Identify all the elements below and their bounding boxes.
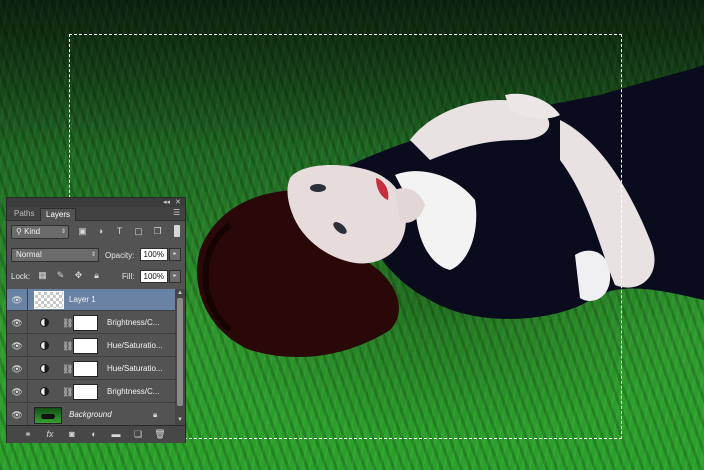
link-chain-icon[interactable]: ⛓︎: [62, 317, 73, 329]
panel-menu-icon[interactable]: ☰: [173, 208, 180, 217]
visibility-eye-icon[interactable]: 👁︎: [11, 317, 23, 329]
layer-row-adjustment[interactable]: 👁︎ ⛓︎ Hue/Saturatio...: [7, 335, 175, 357]
layer-name[interactable]: Background: [69, 409, 112, 421]
visibility-eye-icon[interactable]: 👁︎: [11, 294, 23, 306]
opacity-dropdown-icon[interactable]: ▸: [169, 248, 181, 261]
tab-paths[interactable]: Paths: [9, 208, 39, 220]
new-group-icon[interactable]: ▬: [109, 429, 123, 440]
search-icon: ⚲: [16, 227, 25, 236]
layer-thumbnail: [34, 407, 62, 424]
photoshop-window: ◂◂ ✕ Paths Layers ☰ ⚲ Kind ⇕ ▣ ◑ T ▢ ❐ N…: [0, 0, 704, 470]
layer-row-background[interactable]: 👁︎ Background 🔒︎: [7, 404, 175, 425]
layer-row-adjustment[interactable]: 👁︎ ⛓︎ Brightness/C...: [7, 381, 175, 403]
scroll-up-icon[interactable]: ▲: [176, 289, 184, 297]
lock-image-icon[interactable]: ✎: [55, 270, 66, 281]
chevron-updown-icon: ⇕: [90, 252, 96, 258]
layer-row-adjustment[interactable]: 👁︎ ⛓︎ Brightness/C...: [7, 312, 175, 334]
lock-position-icon[interactable]: ✥: [73, 270, 84, 281]
adjustment-layer-icon: [40, 364, 49, 373]
panel-title-bar[interactable]: ◂◂ ✕: [7, 198, 185, 207]
blend-mode-value: Normal: [16, 250, 42, 259]
layer-mask-thumbnail[interactable]: [73, 361, 98, 377]
new-layer-icon[interactable]: ❏: [131, 429, 145, 440]
filter-kind-select[interactable]: ⚲ Kind ⇕: [11, 225, 69, 239]
divider: [27, 404, 28, 425]
type-filter-icon[interactable]: T: [114, 226, 125, 237]
layer-thumbnail: [34, 291, 64, 309]
lock-all-icon[interactable]: 🔒︎: [91, 270, 102, 281]
image-filter-icon[interactable]: ▣: [77, 226, 88, 237]
chevron-updown-icon: ⇕: [60, 229, 66, 235]
visibility-eye-icon[interactable]: 👁︎: [11, 409, 23, 421]
tab-layers[interactable]: Layers: [40, 208, 77, 221]
filter-kind-label: Kind: [24, 227, 41, 236]
lock-transparent-icon[interactable]: ▦: [37, 270, 48, 281]
divider: [27, 335, 28, 357]
layer-mask-thumbnail[interactable]: [73, 338, 98, 354]
fill-label: Fill:: [122, 272, 135, 281]
opacity-label: Opacity:: [105, 251, 135, 260]
layers-panel: ◂◂ ✕ Paths Layers ☰ ⚲ Kind ⇕ ▣ ◑ T ▢ ❐ N…: [6, 197, 186, 443]
lock-label: Lock:: [11, 272, 31, 281]
shape-filter-icon[interactable]: ▢: [133, 226, 144, 237]
add-mask-icon[interactable]: ◙: [65, 429, 79, 440]
divider: [27, 289, 28, 311]
layer-name[interactable]: Hue/Saturatio...: [107, 363, 163, 375]
layer-name[interactable]: Brightness/C...: [107, 317, 159, 329]
visibility-eye-icon[interactable]: 👁︎: [11, 363, 23, 375]
link-layers-icon[interactable]: ⚭: [21, 429, 35, 440]
collapse-panel-icon[interactable]: ◂◂: [163, 198, 170, 207]
scrollbar-thumb[interactable]: [177, 298, 183, 406]
close-panel-icon[interactable]: ✕: [175, 198, 181, 207]
new-adjustment-icon[interactable]: ◐: [87, 429, 101, 440]
delete-layer-icon[interactable]: 🗑︎: [153, 429, 167, 440]
scroll-down-icon[interactable]: ▼: [176, 416, 184, 424]
layer-style-icon[interactable]: fx: [43, 429, 57, 440]
divider: [27, 312, 28, 334]
layer-row-adjustment[interactable]: 👁︎ ⛓︎ Hue/Saturatio...: [7, 358, 175, 380]
adjustment-layer-icon: [40, 318, 49, 327]
panel-tab-bar: Paths Layers ☰: [7, 207, 185, 221]
link-chain-icon[interactable]: ⛓︎: [62, 340, 73, 352]
divider: [27, 358, 28, 380]
fill-dropdown-icon[interactable]: ▸: [169, 270, 181, 283]
smart-object-filter-icon[interactable]: ❐: [152, 226, 163, 237]
layer-name[interactable]: Hue/Saturatio...: [107, 340, 163, 352]
adjustment-layer-icon: [40, 387, 49, 396]
link-chain-icon[interactable]: ⛓︎: [62, 363, 73, 375]
layers-bottom-toolbar: ⚭ fx ◙ ◐ ▬ ❏ 🗑︎: [7, 425, 185, 443]
visibility-eye-icon[interactable]: 👁︎: [11, 340, 23, 352]
visibility-eye-icon[interactable]: 👁︎: [11, 386, 23, 398]
link-chain-icon[interactable]: ⛓︎: [62, 386, 73, 398]
layer-mask-thumbnail[interactable]: [73, 384, 98, 400]
layer-name[interactable]: Layer 1: [69, 294, 96, 306]
blend-mode-select[interactable]: Normal ⇕: [11, 248, 99, 262]
filter-toggle-switch[interactable]: [174, 225, 180, 237]
divider: [27, 381, 28, 403]
lock-icon: 🔒︎: [153, 410, 158, 419]
layers-list: 👁︎ Layer 1 👁︎ ⛓︎ Brightness/C... 👁︎ ⛓︎ H…: [7, 289, 175, 425]
fill-input[interactable]: 100%: [140, 270, 168, 283]
adjustment-layer-icon: [40, 341, 49, 350]
opacity-input[interactable]: 100%: [140, 248, 168, 261]
layer-name[interactable]: Brightness/C...: [107, 386, 159, 398]
layer-mask-thumbnail[interactable]: [73, 315, 98, 331]
adjustment-filter-icon[interactable]: ◑: [95, 226, 106, 237]
layer-row-layer-1[interactable]: 👁︎ Layer 1: [7, 289, 175, 311]
